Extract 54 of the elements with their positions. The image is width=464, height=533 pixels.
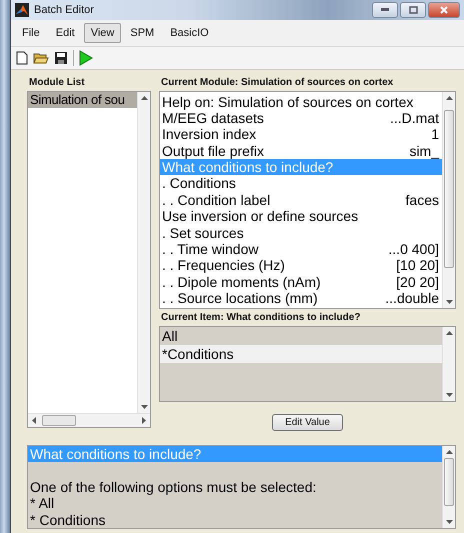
window-title: Batch Editor <box>34 4 95 16</box>
scroll-down-icon[interactable] <box>446 520 452 524</box>
play-icon[interactable] <box>79 50 93 66</box>
help-text-line: * All <box>29 495 56 512</box>
module-list[interactable]: Simulation of sou <box>27 90 151 428</box>
close-icon <box>440 6 448 14</box>
menu-item[interactable]: File <box>15 22 47 42</box>
minimize-button[interactable] <box>372 2 398 18</box>
module-setting-row[interactable]: M/EEG datasets ...D.mat <box>160 110 442 126</box>
module-list-item[interactable]: Simulation of sou <box>28 92 137 108</box>
module-setting-row[interactable]: . . Frequencies (Hz) [10 20] <box>160 257 442 274</box>
module-list-label: Module List <box>28 76 86 90</box>
module-setting-row[interactable]: . Set sources <box>160 224 442 242</box>
menu-item[interactable]: SPM <box>123 22 162 42</box>
module-setting-row[interactable]: . Conditions <box>160 175 442 192</box>
help-title: What conditions to include? <box>28 446 442 462</box>
module-setting-row[interactable]: . . Dipole moments (nAm) [20 20] <box>160 274 442 290</box>
maximize-icon <box>408 6 418 14</box>
option-item[interactable]: All <box>160 326 442 344</box>
help-text-line: One of the following options must be selected: <box>29 478 318 495</box>
edit-value-button[interactable]: Edit Value <box>272 414 343 430</box>
scroll-up-icon[interactable] <box>446 330 452 334</box>
module-setting-row[interactable]: Help on: Simulation of sources on cortex <box>160 94 442 110</box>
current-item-label: Current Item: What conditions to include? <box>160 310 362 324</box>
save-icon[interactable] <box>54 50 68 64</box>
scroll-down-icon[interactable] <box>446 300 452 304</box>
scroll-down-icon[interactable] <box>140 404 148 408</box>
module-setting-row[interactable]: Output file prefix sim_ <box>160 142 442 160</box>
app-logo-icon <box>15 2 29 17</box>
module-setting-row[interactable]: . . Condition label faces <box>160 192 442 208</box>
new-file-icon[interactable] <box>16 50 28 64</box>
close-button[interactable] <box>428 2 460 18</box>
menu-item[interactable]: BasicIO <box>163 22 216 42</box>
module-setting-row[interactable]: . . Source locations (mm) ...double <box>160 290 442 307</box>
menu-item[interactable]: View <box>84 22 122 42</box>
scroll-down-icon[interactable] <box>446 392 452 396</box>
minimize-icon <box>381 8 389 12</box>
module-setting-row[interactable]: . . Time window ...0 400] <box>160 241 442 258</box>
scroll-left-icon[interactable] <box>32 416 36 424</box>
scroll-thumb[interactable] <box>444 110 454 268</box>
module-setting-row[interactable]: Use inversion or define sources <box>160 208 442 225</box>
folder-icon[interactable] <box>33 50 49 64</box>
help-text-line: * Conditions <box>29 512 106 528</box>
scroll-thumb[interactable] <box>444 458 454 506</box>
scroll-up-icon[interactable] <box>446 96 452 100</box>
scroll-up-icon[interactable] <box>140 96 148 100</box>
scroll-right-icon[interactable] <box>142 416 146 424</box>
maximize-button[interactable] <box>400 2 426 18</box>
menu-item[interactable]: Edit <box>48 22 82 42</box>
module-setting-row[interactable]: Inversion index 1 <box>160 126 442 143</box>
current-module-label: Current Module: Simulation of sources on cortex <box>160 76 394 90</box>
scroll-up-icon[interactable] <box>446 450 452 454</box>
option-item[interactable]: *Conditions <box>160 344 442 362</box>
scroll-thumb[interactable] <box>42 414 76 426</box>
